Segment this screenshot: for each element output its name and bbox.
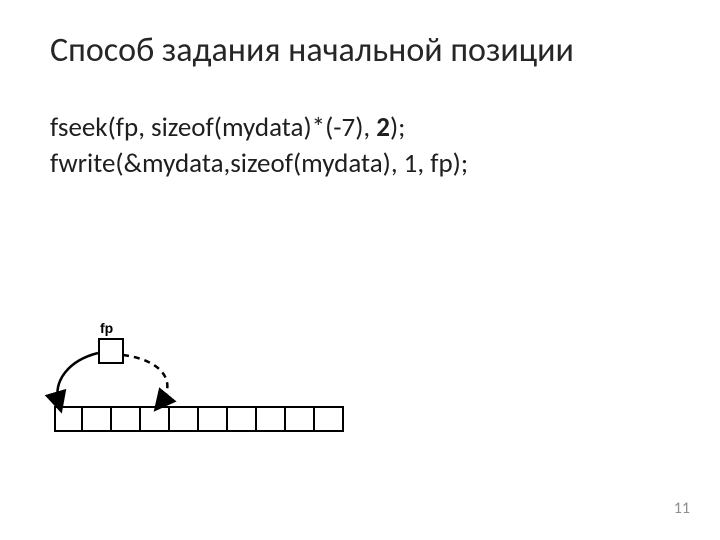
cell	[54, 406, 83, 432]
cell	[141, 406, 170, 432]
code-line-1-bold: 2	[376, 111, 390, 144]
cell	[286, 406, 315, 432]
code-line-1c: );	[390, 111, 405, 144]
cell	[199, 406, 228, 432]
diagram-arrows	[50, 320, 350, 470]
cell	[257, 406, 286, 432]
page-number: 11	[674, 499, 690, 518]
code-line-2: fwrite(&mydata,sizeof(mydata), 1, fp);	[50, 146, 680, 182]
file-diagram: fp	[50, 320, 350, 470]
code-line-1a: fseek(fp, sizeof(mydata)*(-7),	[50, 111, 376, 144]
cell	[112, 406, 141, 432]
cell	[315, 406, 344, 432]
slide-title: Cпособ задания начальной позиции	[50, 30, 680, 71]
cell	[170, 406, 199, 432]
code-line-1: fseek(fp, sizeof(mydata)*(-7), 2);	[50, 110, 680, 146]
cell	[83, 406, 112, 432]
cell	[228, 406, 257, 432]
cells-row	[54, 406, 344, 432]
code-block: fseek(fp, sizeof(mydata)*(-7), 2); fwrit…	[50, 110, 680, 183]
